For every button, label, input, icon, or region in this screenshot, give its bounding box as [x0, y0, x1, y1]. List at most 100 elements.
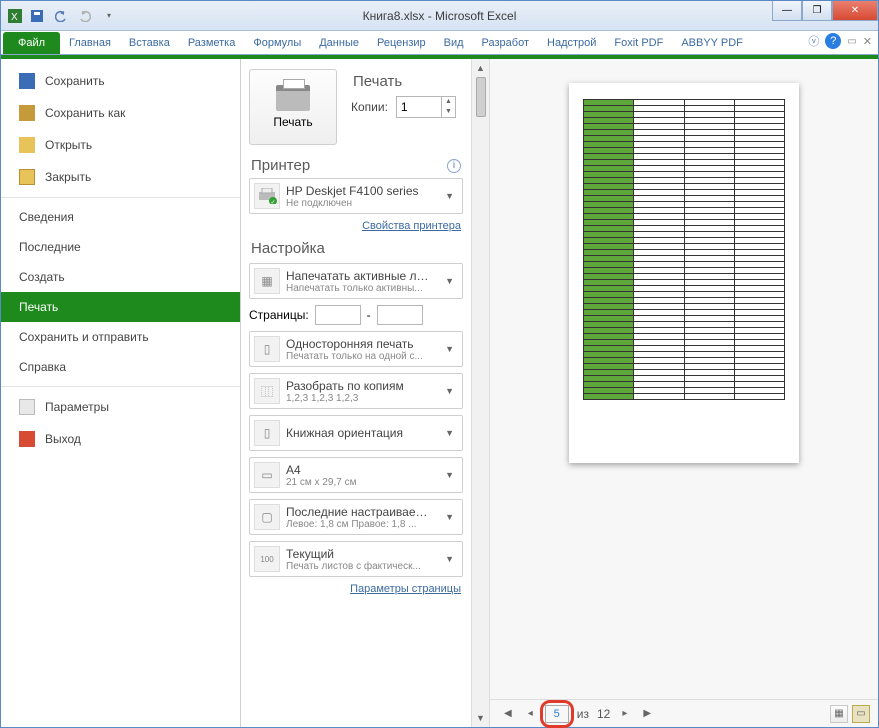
minimize-button[interactable]: — [772, 1, 802, 21]
help-icon[interactable]: ? [825, 33, 841, 49]
save-icon [19, 73, 35, 89]
sidebar-open[interactable]: Открыть [1, 129, 240, 161]
orientation-title: Книжная ориентация [286, 426, 435, 440]
print-preview-column: ◀ ◂ 5 из 12 ▸ ▶ ▦ ▭ [489, 59, 878, 727]
copies-spinner[interactable]: ▲▼ [396, 96, 456, 118]
show-margins-icon[interactable]: ▦ [830, 705, 848, 723]
paper-sub: 21 см x 29,7 см [286, 477, 435, 488]
print-what-title: Напечатать активные листы [286, 269, 435, 283]
qat-customize-icon[interactable]: ▾ [99, 6, 119, 26]
qat-save-icon[interactable] [27, 6, 47, 26]
tab-layout[interactable]: Разметка [179, 32, 245, 54]
chevron-down-icon: ▼ [441, 276, 458, 286]
app-icon: X [7, 8, 23, 24]
sidebar-recent[interactable]: Последние [1, 232, 240, 262]
chevron-down-icon: ▼ [441, 428, 458, 438]
save-as-icon [19, 105, 35, 121]
maximize-button[interactable]: ❐ [802, 1, 832, 21]
print-button[interactable]: Печать [249, 69, 337, 145]
print-what-dropdown[interactable]: ▦ Напечатать активные листы Напечатать т… [249, 263, 463, 299]
sidebar-close-label: Закрыть [45, 170, 91, 184]
paper-size-dropdown[interactable]: ▭ A4 21 см x 29,7 см ▼ [249, 457, 463, 493]
tab-home[interactable]: Главная [60, 32, 120, 54]
copies-up-icon[interactable]: ▲ [442, 97, 455, 107]
sidebar-new[interactable]: Создать [1, 262, 240, 292]
chevron-down-icon: ▼ [441, 191, 458, 201]
chevron-down-icon: ▼ [441, 344, 458, 354]
orientation-dropdown[interactable]: ▯ Книжная ориентация ▼ [249, 415, 463, 451]
printer-properties-link[interactable]: Свойства принтера [249, 220, 461, 232]
printer-status: Не подключен [286, 198, 435, 209]
scroll-thumb[interactable] [476, 77, 486, 117]
tab-review[interactable]: Рецензир [368, 32, 435, 54]
settings-heading: Настройка [251, 240, 463, 257]
collate-title: Разобрать по копиям [286, 379, 435, 393]
exit-icon [19, 431, 35, 447]
chevron-down-icon: ▼ [441, 554, 458, 564]
tab-developer[interactable]: Разработ [473, 32, 538, 54]
sidebar-help[interactable]: Справка [1, 352, 240, 382]
copies-down-icon[interactable]: ▼ [442, 107, 455, 117]
collate-dropdown[interactable]: ⿲ Разобрать по копиям 1,2,3 1,2,3 1,2,3 … [249, 373, 463, 409]
sidebar-save[interactable]: Сохранить [1, 65, 240, 97]
sidebar-close[interactable]: Закрыть [1, 161, 240, 193]
page-next-icon[interactable]: ▸ [618, 708, 631, 719]
sidebar-exit-label: Выход [45, 432, 81, 446]
current-page-input[interactable]: 5 [545, 705, 569, 723]
sidebar-info-label: Сведения [19, 210, 74, 224]
tab-view[interactable]: Вид [435, 32, 473, 54]
sidebar-save-send[interactable]: Сохранить и отправить [1, 322, 240, 352]
tab-data[interactable]: Данные [310, 32, 368, 54]
tab-file[interactable]: Файл [3, 32, 60, 54]
sidebar-savesend-label: Сохранить и отправить [19, 330, 149, 344]
close-button[interactable]: ✕ [832, 1, 878, 21]
page-last-icon[interactable]: ▶ [639, 708, 655, 719]
sidebar-exit[interactable]: Выход [1, 423, 240, 455]
sidebar-save-as[interactable]: Сохранить как [1, 97, 240, 129]
margins-sub: Левое: 1,8 см Правое: 1,8 ... [286, 519, 435, 530]
page-setup-link[interactable]: Параметры страницы [249, 583, 461, 595]
pages-to-input[interactable] [377, 305, 423, 325]
printer-icon [276, 85, 310, 111]
sidebar-saveas-label: Сохранить как [45, 106, 125, 120]
total-pages: 12 [597, 707, 610, 721]
tab-addins[interactable]: Надстрой [538, 32, 605, 54]
sides-sub: Печатать только на одной с... [286, 351, 435, 362]
qat-redo-icon[interactable] [75, 6, 95, 26]
tab-insert[interactable]: Вставка [120, 32, 179, 54]
scroll-down-icon[interactable]: ▼ [476, 713, 485, 723]
sidebar-save-label: Сохранить [45, 74, 105, 88]
sidebar-print[interactable]: Печать [1, 292, 240, 322]
print-settings-column: Печать Печать Копии: ▲▼ Принтер i [241, 59, 471, 727]
copies-input[interactable] [397, 97, 441, 117]
page-first-icon[interactable]: ◀ [500, 708, 516, 719]
preview-canvas [490, 59, 878, 699]
margins-dropdown[interactable]: ▢ Последние настраиваемые ... Левое: 1,8… [249, 499, 463, 535]
ribbon-restore-icon[interactable]: ▭ [847, 36, 856, 47]
zoom-to-page-icon[interactable]: ▭ [852, 705, 870, 723]
ribbon-tabs: Файл Главная Вставка Разметка Формулы Да… [1, 31, 878, 55]
printer-dropdown[interactable]: ✓ HP Deskjet F4100 series Не подключен ▼ [249, 178, 463, 214]
page-prev-icon[interactable]: ◂ [524, 708, 537, 719]
scaling-dropdown[interactable]: 100 Текущий Печать листов с фактическ...… [249, 541, 463, 577]
qat-undo-icon[interactable] [51, 6, 71, 26]
scroll-up-icon[interactable]: ▲ [476, 63, 485, 73]
tab-foxit[interactable]: Foxit PDF [605, 32, 672, 54]
ribbon-minimize-icon[interactable]: ⓥ [808, 33, 819, 49]
sidebar-info[interactable]: Сведения [1, 197, 240, 232]
printer-heading: Принтер [251, 157, 310, 174]
current-page-value: 5 [554, 708, 560, 720]
preview-footer: ◀ ◂ 5 из 12 ▸ ▶ ▦ ▭ [490, 699, 878, 727]
printer-info-icon[interactable]: i [447, 159, 461, 173]
preview-page [569, 83, 799, 463]
settings-scrollbar[interactable]: ▲ ▼ [471, 59, 489, 727]
tab-formulas[interactable]: Формулы [244, 32, 310, 54]
sides-dropdown[interactable]: ▯ Односторонняя печать Печатать только н… [249, 331, 463, 367]
sidebar-options[interactable]: Параметры [1, 386, 240, 423]
tab-abbyy[interactable]: ABBYY PDF [672, 32, 752, 54]
sidebar-open-label: Открыть [45, 138, 92, 152]
paper-icon: ▭ [254, 462, 280, 488]
pages-from-input[interactable] [315, 305, 361, 325]
ribbon-close-icon[interactable]: ✕ [863, 35, 872, 48]
page-single-icon: ▯ [254, 336, 280, 362]
